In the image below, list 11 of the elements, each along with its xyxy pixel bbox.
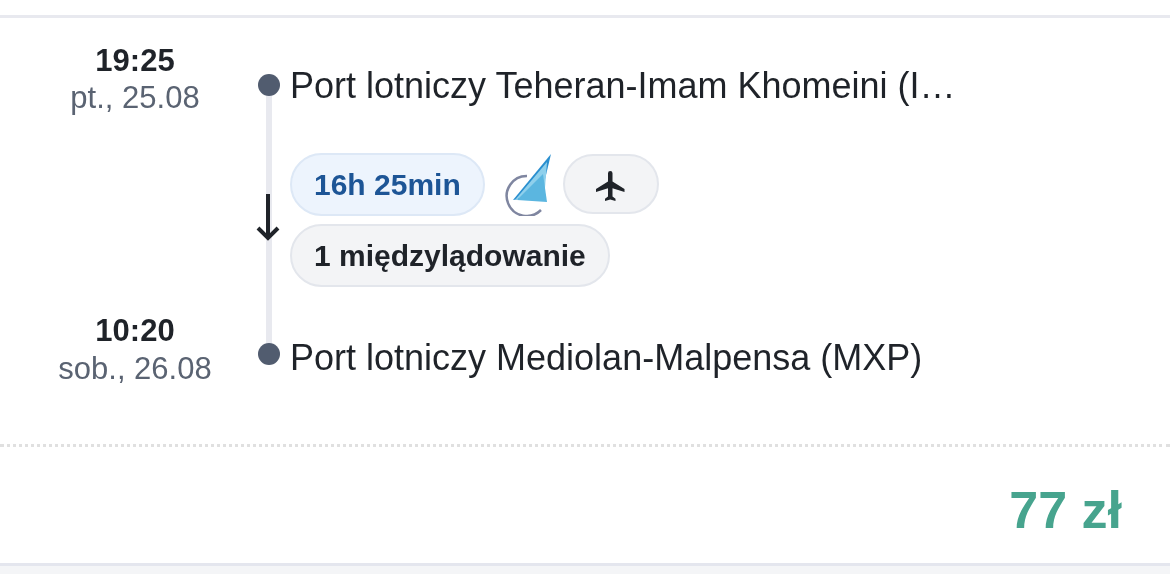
departure-airport: Port lotniczy Teheran-Imam Khomeini (I… [290, 64, 957, 108]
arrival-time: 10:20 [95, 312, 175, 350]
arrival-dot [258, 343, 280, 365]
arrival-airport: Port lotniczy Mediolan-Malpensa (MXP) [290, 336, 924, 380]
departure-date: pt., 25.08 [70, 79, 200, 117]
stops-chip: 1 międzylądowanie [290, 224, 610, 288]
arrival-date: sob., 26.08 [58, 349, 212, 387]
departure-dot [258, 74, 280, 96]
duration-chip: 16h 25min [290, 152, 485, 216]
departure-time: 19:25 [95, 42, 175, 80]
price: 77 zł [1009, 481, 1122, 539]
